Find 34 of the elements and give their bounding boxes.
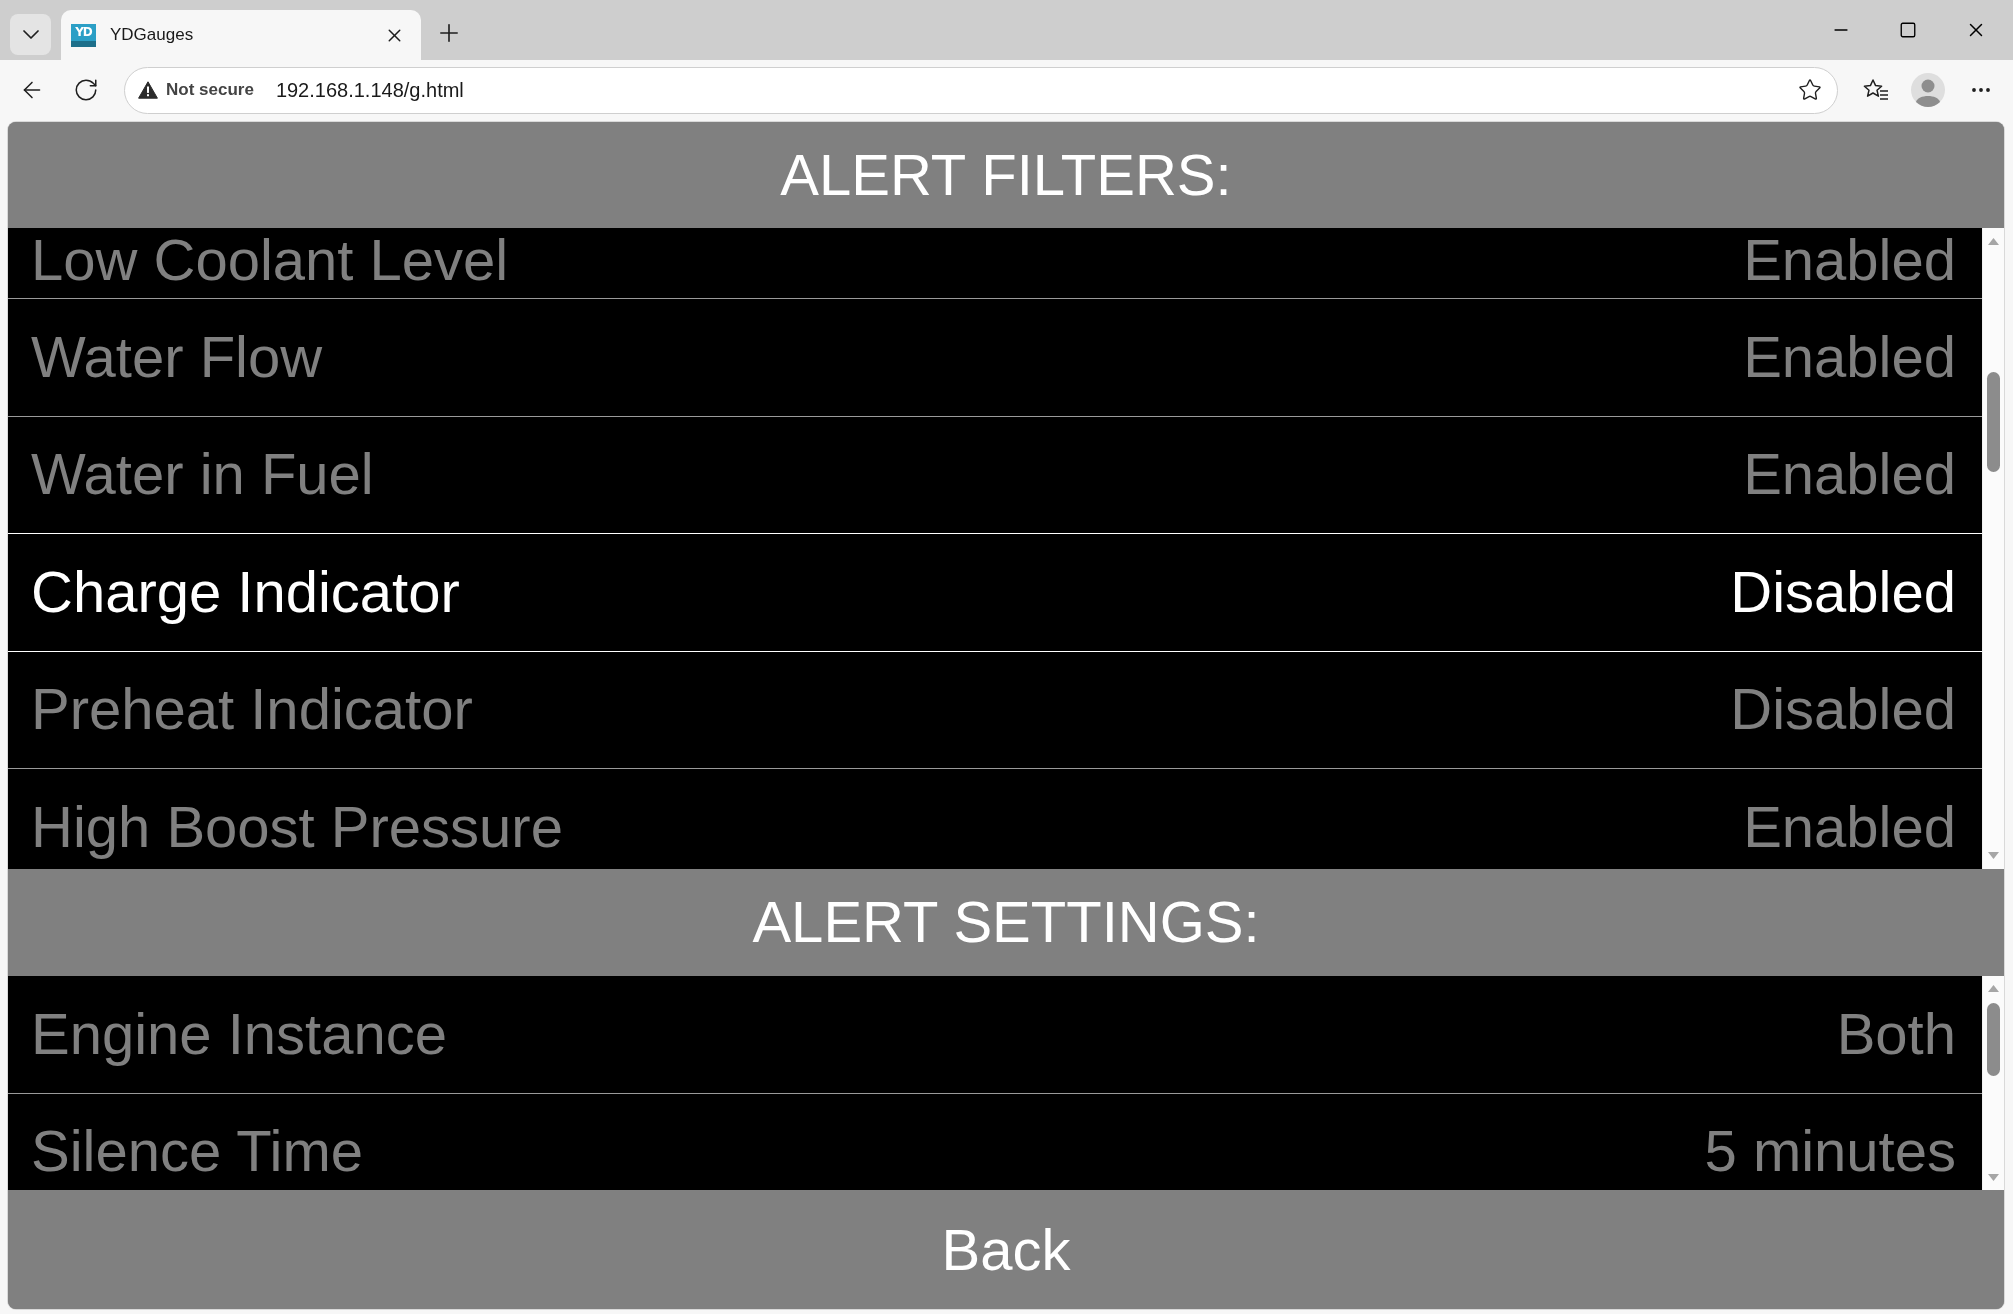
item-value: Enabled xyxy=(1743,793,1956,861)
scrollbar-thumb[interactable] xyxy=(1987,1003,2000,1076)
tab-title: YDGauges xyxy=(110,25,195,45)
item-value: Disabled xyxy=(1730,558,1956,626)
section-title: ALERT SETTINGS: xyxy=(752,889,1260,956)
security-label: Not secure xyxy=(166,80,254,100)
maximize-icon[interactable] xyxy=(1899,21,1917,39)
star-icon[interactable] xyxy=(1798,78,1822,102)
item-label: High Boost Pressure xyxy=(31,793,563,861)
warning-icon[interactable] xyxy=(138,81,158,99)
item-value: Enabled xyxy=(1743,231,1956,289)
item-value: Enabled xyxy=(1743,441,1956,509)
site-logo: YD xyxy=(71,23,96,47)
chevron-down-icon xyxy=(22,30,39,39)
item-label: Water in Fuel xyxy=(31,441,374,509)
avatar-icon[interactable] xyxy=(1911,73,1945,107)
item-label: Water Flow xyxy=(31,323,323,391)
item-value: Both xyxy=(1836,1000,1956,1068)
item-value: 5 minutes xyxy=(1704,1118,1956,1186)
item-value: Enabled xyxy=(1743,323,1956,391)
scrollbar-thumb[interactable] xyxy=(1987,372,2000,472)
section-title: ALERT FILTERS: xyxy=(780,141,1232,209)
item-value: Disabled xyxy=(1730,676,1956,744)
address-bar[interactable]: Not secure 192.168.1.148/g.html xyxy=(124,66,1838,114)
item-label: Low Coolant Level xyxy=(31,231,509,289)
star-list-icon[interactable] xyxy=(1863,78,1889,102)
tab-list-button[interactable] xyxy=(10,14,51,55)
item-label: Silence Time xyxy=(31,1118,364,1186)
browser-tab[interactable]: YD YDGauges xyxy=(61,10,421,60)
item-label: Engine Instance xyxy=(31,1000,447,1068)
url-text: 192.168.1.148/g.html xyxy=(275,78,465,102)
item-label: Preheat Indicator xyxy=(31,676,473,744)
item-label: Charge Indicator xyxy=(31,558,460,626)
reload-icon[interactable] xyxy=(73,77,99,103)
